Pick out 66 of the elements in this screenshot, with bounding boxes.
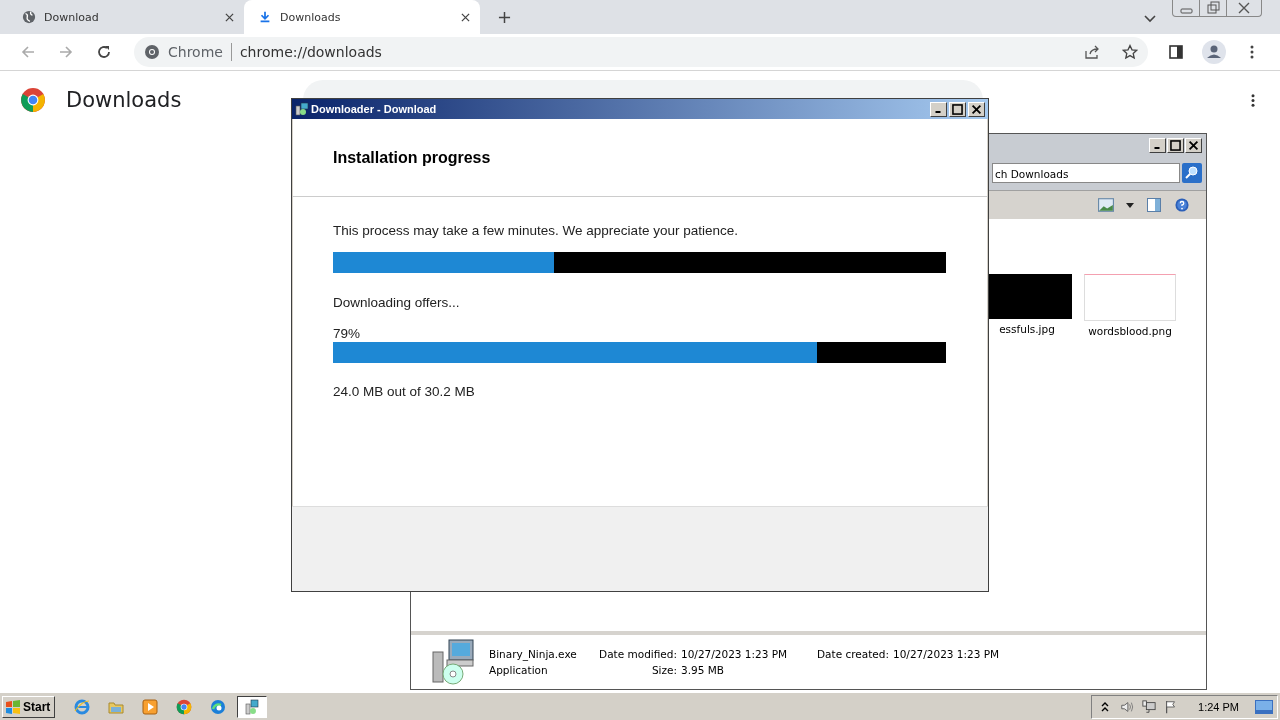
image-thumbnail[interactable] [1084,274,1176,321]
installer-icon [429,638,477,686]
globe-icon [22,10,36,24]
detail-value: 3.95 MB [681,664,725,676]
chevron-down-icon[interactable] [1144,15,1156,23]
minimize-button[interactable] [930,101,947,117]
clock[interactable]: 1:24 PM [1198,700,1239,713]
star-icon[interactable] [1122,44,1138,60]
close-icon [969,102,984,116]
play-icon [142,698,159,715]
show-desktop-icon[interactable] [1255,699,1273,714]
installer-icon [244,698,261,715]
minimize-button[interactable] [1149,137,1166,153]
percent-text: 79% [333,326,362,341]
close-icon[interactable] [225,12,234,22]
taskbar-app[interactable] [237,695,268,718]
image-icon[interactable] [1098,198,1114,212]
message-text: This process may take a few minutes. We appreciate your patience. [333,223,739,238]
window-title: Downloader - Download [311,103,437,115]
download-icon [258,10,272,24]
network-icon[interactable] [1142,699,1157,714]
page-title: Downloads [66,88,182,112]
search-icon[interactable] [1182,163,1202,183]
url-text: chrome://downloads [239,44,382,60]
close-icon[interactable] [461,12,470,22]
dialog-heading: Installation progress [333,148,491,167]
help-icon[interactable] [1174,198,1190,212]
minimize-icon [935,110,941,113]
speaker-icon[interactable] [1120,699,1135,714]
status-text: Downloading offers... [333,295,461,310]
maximize-icon [1168,138,1183,152]
chrome-icon [176,698,193,715]
detail-label: Date modified: [598,648,678,660]
file-name: Binary_Ninja.exe [489,648,578,660]
share-icon[interactable] [1084,44,1100,60]
close-button[interactable] [968,101,985,117]
site-label: Chrome [168,44,223,60]
windows-logo-icon [5,698,21,715]
chrome-logo-icon [20,87,46,113]
size-text: 24.0 MB out of 30.2 MB [333,384,476,399]
close-button[interactable] [1185,137,1202,153]
installer-icon [295,102,309,116]
maximize-button[interactable] [1167,137,1184,153]
detail-label: Size: [650,664,678,676]
file-name[interactable]: essfuls.jpg [999,323,1055,335]
edge-icon [210,698,227,715]
file-name[interactable]: wordsblood.png [1088,325,1172,337]
maximize-icon [950,102,965,116]
address-bar[interactable]: Chrome chrome://downloads [134,37,1148,67]
start-button[interactable]: Start [2,695,56,718]
search-field[interactable]: ch Downloads [992,163,1180,183]
new-tab-icon[interactable] [498,11,511,24]
maximize-button[interactable] [949,101,966,117]
detail-value: 10/27/2023 1:23 PM [681,648,789,660]
close-icon [1186,138,1201,152]
chrome-icon [144,44,160,60]
browser-tab[interactable]: Download [8,0,244,34]
minimize-icon [1154,146,1160,149]
browser-tab[interactable]: Downloads [244,0,480,34]
browser-e-icon [74,698,91,715]
dropdown-arrow-icon[interactable] [1126,202,1134,208]
detail-label: Date created: [816,648,890,660]
file-type: Application [489,664,549,676]
more-icon[interactable] [1250,92,1256,108]
preview-pane-icon[interactable] [1146,198,1162,212]
detail-value: 10/27/2023 1:23 PM [893,648,1000,660]
